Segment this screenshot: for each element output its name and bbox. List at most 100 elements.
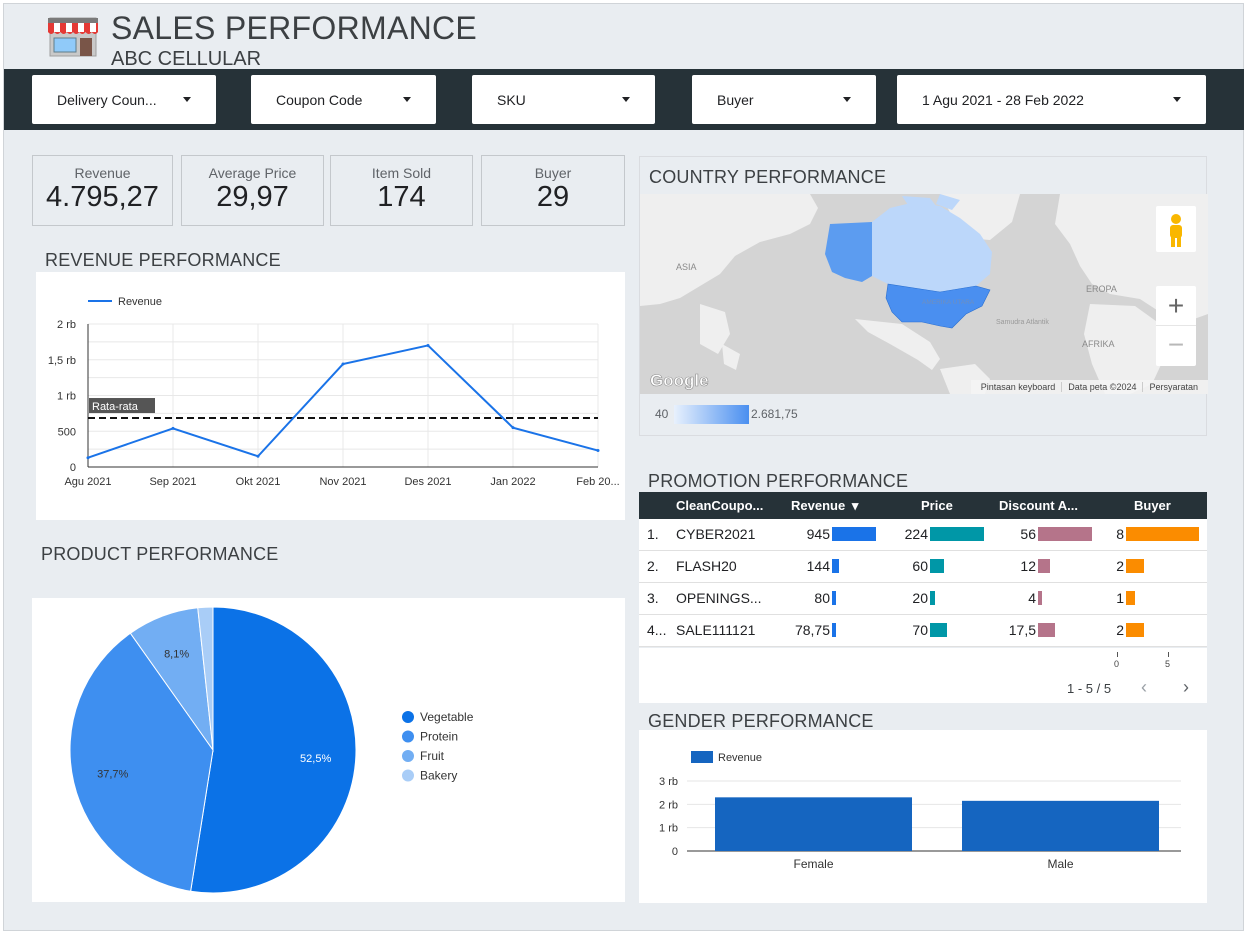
map-scale-max: 2.681,75 [751,407,798,421]
slice-label: 37,7% [97,768,128,780]
page-title: SALES PERFORMANCE [111,10,478,46]
revenue-bar [832,527,876,541]
zoom-out-button[interactable]: − [1156,326,1196,366]
table-row[interactable]: 3. OPENINGS... 80 20 4 1 [639,583,1207,615]
legend-label: Fruit [420,749,445,763]
gender-chart-panel: 0 1 rb 2 rb 3 rb Female Male Revenue [639,730,1207,903]
discount-bar [1038,623,1055,637]
discount-bar [1038,591,1042,605]
table-footer: 0 5 1 - 5 / 5 ‹ › [639,648,1207,703]
cell-coupon: OPENINGS... [676,590,762,606]
promotion-table: CleanCoupo... Revenue ▾ Price Discount A… [639,492,1207,647]
sort-desc-icon: ▾ [851,498,859,513]
x-tick-label: Feb 20... [576,476,619,488]
kpi-item-sold: Item Sold 174 [330,155,473,226]
date-range-filter[interactable]: 1 Agu 2021 - 28 Feb 2022 [897,75,1206,124]
kpi-value: 4.795,27 [46,181,159,213]
buyer-filter[interactable]: Buyer [692,75,876,124]
table-row[interactable]: 4... SALE111121 78,75 70 17,5 2 [639,615,1207,647]
page-subtitle: ABC CELLULAR [111,48,262,70]
legend-label: Bakery [420,769,457,783]
prev-page-button[interactable]: ‹ [1141,677,1147,698]
x-tick-label: Okt 2021 [236,476,281,488]
revenue-section-title: REVENUE PERFORMANCE [45,250,281,270]
table-row[interactable]: 2. FLASH20 144 60 12 2 [639,551,1207,583]
buyer-axis-tick [1168,652,1169,657]
x-tick-label: Jan 2022 [490,476,535,488]
col-header-coupon[interactable]: CleanCoupo... [676,498,763,513]
data-point [511,426,515,430]
dropdown-arrow-icon [622,97,630,102]
revenue-bar [832,559,839,573]
gender-bar-chart: 0 1 rb 2 rb 3 rb Female Male Revenue [659,751,1181,871]
cell-buyer: 8 [1116,526,1124,542]
next-page-button[interactable]: › [1183,677,1189,698]
cell-buyer: 2 [1116,622,1124,638]
y-tick-label: 0 [70,462,76,474]
cell-coupon: FLASH20 [676,558,737,574]
cell-price: 20 [912,590,928,606]
kpi-label: Item Sold [371,165,432,181]
keyboard-shortcuts-link[interactable]: Pintasan keyboard [975,382,1063,392]
col-header-revenue-label: Revenue [791,498,846,513]
data-point [86,456,90,460]
col-header-revenue[interactable]: Revenue ▾ [791,498,858,514]
x-tick-label: Agu 2021 [64,476,111,488]
cell-discount: 12 [1020,558,1036,574]
kpi-label: Buyer [534,165,572,181]
pegman-icon[interactable] [1156,206,1196,252]
buyer-bar [1126,623,1145,637]
buyer-axis-tick [1117,652,1118,657]
table-row[interactable]: 1. CYBER2021 945 224 56 8 [639,519,1207,551]
cell-price: 60 [912,558,928,574]
map-label-asia: ASIA [676,262,697,272]
legend-label: Vegetable [420,710,474,724]
cell-discount: 4 [1028,590,1036,606]
filter-label: Buyer [717,91,754,108]
row-index: 1. [647,526,659,542]
filter-bar: Delivery Coun... Coupon Code SKU Buyer 1… [4,69,1244,130]
dropdown-arrow-icon [403,97,411,102]
col-header-buyer[interactable]: Buyer [1134,498,1171,513]
discount-bar [1038,559,1050,573]
kpi-value: 174 [377,181,426,213]
product-chart-panel: 52,5% 37,7% 8,1% Vegetable Protein Fruit Baker… [32,598,625,902]
dropdown-arrow-icon [183,97,191,102]
product-section-title: PRODUCT PERFORMANCE [41,544,279,564]
zoom-in-button[interactable]: + [1156,286,1196,326]
cell-coupon: CYBER2021 [676,526,756,542]
cell-revenue: 80 [814,590,830,606]
pagination-text: 1 - 5 / 5 [1067,681,1112,696]
slice-label: 52,5% [300,753,331,765]
buyer-axis-tick-label: 0 [1114,659,1120,669]
country-panel: COUNTRY PERFORMANCE ASIA EROPA AFRIKA AM… [639,156,1208,436]
map-scale-min: 40 [655,407,669,421]
legend-swatch [402,730,414,743]
y-tick-label: 1 rb [659,823,678,835]
map-data-link[interactable]: Data peta ©2024 [1062,382,1144,392]
col-header-price[interactable]: Price [921,498,953,513]
country-map[interactable]: ASIA EROPA AFRIKA AMERIKA UTARA Samudra … [640,194,1208,394]
map-label-europe: EROPA [1086,284,1117,294]
map-label-atlantic: Samudra Atlantik [996,319,1049,326]
kpi-value: 29 [536,181,570,213]
country-section-title: COUNTRY PERFORMANCE [649,167,887,187]
revenue-line-chart: 0 500 1 rb 1,5 rb 2 rb Agu 2021 Sep 2021 Okt 20… [48,296,620,488]
legend-swatch [402,711,414,723]
cell-discount: 17,5 [1008,622,1036,638]
x-tick-label: Male [1047,857,1073,871]
legend-swatch [402,769,414,782]
terms-link[interactable]: Persyaratan [1143,382,1204,392]
buyer-axis-tick-label: 5 [1165,659,1171,669]
col-header-discount[interactable]: Discount A... [999,498,1078,513]
coupon-code-filter[interactable]: Coupon Code [251,75,436,124]
filter-label: Coupon Code [276,91,363,108]
delivery-country-filter[interactable]: Delivery Coun... [32,75,216,124]
buyer-bar [1126,527,1199,541]
dropdown-arrow-icon [1173,97,1181,102]
data-point [171,426,175,430]
legend-swatch [402,750,414,762]
data-point [341,362,345,366]
sku-filter[interactable]: SKU [472,75,655,124]
price-bar [930,559,945,573]
